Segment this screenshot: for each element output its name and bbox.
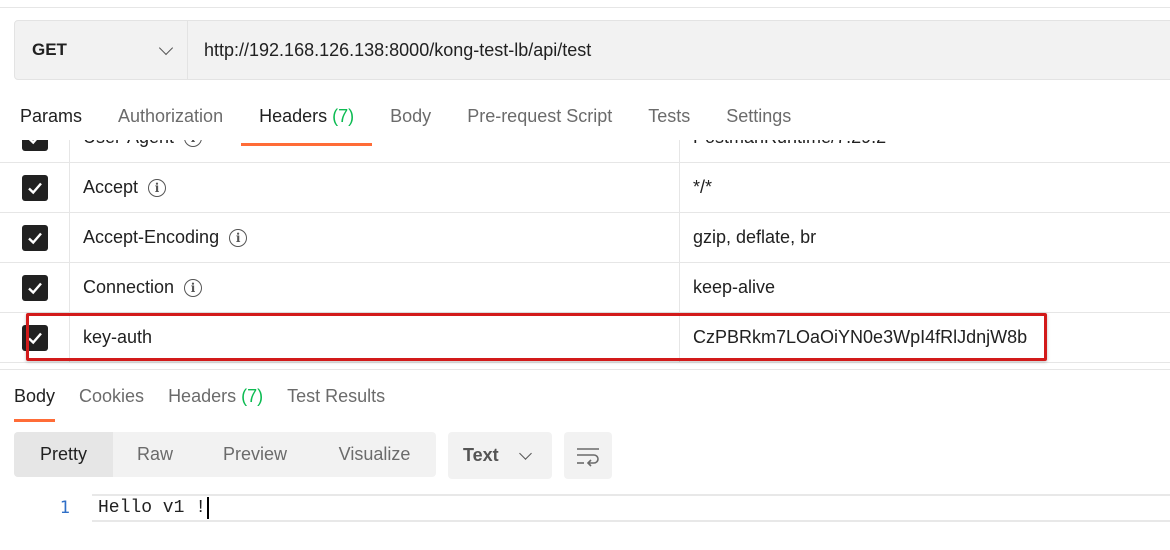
header-key[interactable]: Accept-Encoding — [83, 227, 219, 248]
format-select[interactable]: Text — [448, 432, 552, 479]
tab-settings[interactable]: Settings — [708, 98, 809, 140]
header-row-connection: Connection i keep-alive — [0, 263, 1170, 313]
info-icon[interactable]: i — [184, 278, 203, 297]
tab-response-body[interactable]: Body — [0, 378, 67, 422]
response-tabs: Body Cookies Headers (7) Test Results — [0, 378, 397, 422]
header-row-accept-encoding: Accept-Encoding i gzip, deflate, br — [0, 213, 1170, 263]
view-raw-button[interactable]: Raw — [113, 432, 197, 477]
header-key[interactable]: key-auth — [83, 327, 152, 348]
wrap-lines-icon — [577, 447, 599, 467]
line-number: 1 — [59, 498, 70, 518]
tab-pre-request-script[interactable]: Pre-request Script — [449, 98, 630, 140]
tab-body[interactable]: Body — [372, 98, 449, 140]
header-checkbox[interactable] — [21, 274, 48, 301]
info-icon[interactable]: i — [148, 178, 167, 197]
response-body-editor[interactable]: 1 Hello v1 ! — [0, 494, 1170, 522]
header-checkbox[interactable] — [21, 140, 48, 151]
header-value[interactable]: keep-alive — [693, 277, 775, 298]
header-row-key-auth: key-auth CzPBRkm7LOaOiYN0e3WpI4fRlJdnjW8… — [0, 313, 1170, 363]
header-checkbox[interactable] — [21, 324, 48, 351]
header-value[interactable]: */* — [693, 177, 712, 198]
code-line[interactable]: Hello v1 ! — [92, 494, 1170, 522]
view-pretty-button[interactable]: Pretty — [14, 432, 113, 477]
header-value[interactable]: CzPBRkm7LOaOiYN0e3WpI4fRlJdnjW8b — [693, 327, 1027, 348]
method-select[interactable]: GET — [15, 21, 188, 79]
header-checkbox[interactable] — [21, 224, 48, 251]
view-visualize-button[interactable]: Visualize — [313, 432, 436, 477]
tab-params[interactable]: Params — [0, 98, 100, 140]
header-row-accept: Accept i */* — [0, 163, 1170, 213]
view-mode-group: Pretty Raw Preview Visualize — [14, 432, 436, 477]
request-tabs: Params Authorization Headers (7) Body Pr… — [0, 98, 809, 146]
method-label: GET — [32, 40, 67, 59]
tab-cookies[interactable]: Cookies — [67, 378, 156, 420]
tab-tests[interactable]: Tests — [630, 98, 708, 140]
wrap-lines-button[interactable] — [564, 432, 612, 479]
tab-test-results[interactable]: Test Results — [275, 378, 397, 420]
response-headers-count: (7) — [241, 386, 264, 406]
tab-headers[interactable]: Headers (7) — [241, 98, 373, 146]
header-key[interactable]: Connection — [83, 277, 174, 298]
headers-table: User-Agent i PostmanRuntime/7.29.2 Accept… — [0, 140, 1170, 370]
header-row-user-agent: User-Agent i PostmanRuntime/7.29.2 — [0, 140, 1170, 163]
header-key[interactable]: Accept — [83, 177, 138, 198]
headers-count: (7) — [332, 106, 355, 126]
top-divider — [0, 0, 1170, 8]
request-url-bar: GET http://192.168.126.138:8000/kong-tes… — [14, 20, 1170, 80]
info-icon[interactable]: i — [229, 228, 248, 247]
header-checkbox[interactable] — [21, 174, 48, 201]
format-label: Text — [463, 445, 499, 465]
header-key[interactable]: User-Agent — [83, 140, 174, 148]
chevron-down-icon — [519, 446, 532, 460]
tab-authorization[interactable]: Authorization — [100, 98, 241, 140]
info-icon[interactable]: i — [184, 140, 203, 147]
code-text: Hello v1 ! — [98, 498, 207, 518]
header-value[interactable]: gzip, deflate, br — [693, 227, 816, 248]
tab-response-headers[interactable]: Headers (7) — [156, 378, 275, 420]
header-value[interactable]: PostmanRuntime/7.29.2 — [693, 140, 886, 148]
url-input[interactable]: http://192.168.126.138:8000/kong-test-lb… — [188, 40, 591, 61]
text-cursor — [207, 497, 210, 519]
view-preview-button[interactable]: Preview — [197, 432, 313, 477]
chevron-down-icon — [158, 40, 174, 55]
